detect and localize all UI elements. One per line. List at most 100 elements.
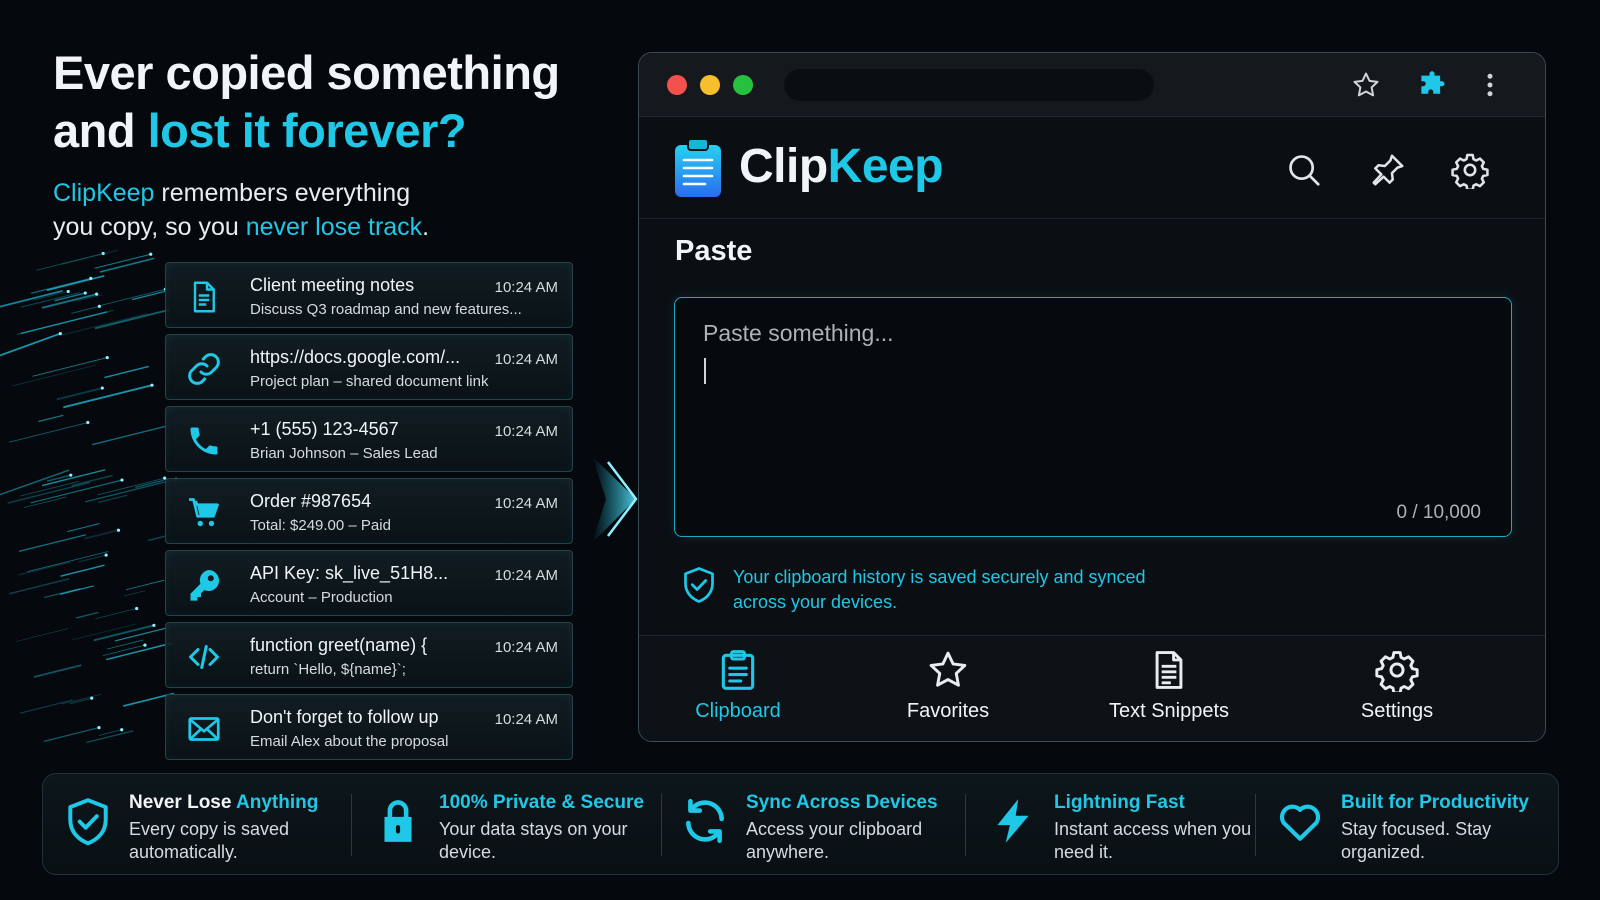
light-streak — [123, 590, 145, 597]
app-name-part2: Keep — [827, 140, 944, 193]
light-streak — [95, 608, 137, 620]
phone-icon — [186, 423, 222, 459]
light-streak — [20, 699, 73, 714]
light-streak — [27, 551, 109, 573]
address-bar[interactable] — [784, 69, 1154, 101]
clip-time: 10:24 AM — [494, 495, 558, 512]
hero-sub-part2: you copy, so you — [53, 213, 246, 241]
feature-title-accent: Built for Productivity — [1341, 792, 1529, 813]
feature-title: 100% Private & Secure — [439, 792, 644, 814]
light-streak — [17, 561, 71, 576]
nav-tab-favorites[interactable]: Favorites — [858, 648, 1038, 723]
nav-tab-settings[interactable]: Settings — [1307, 648, 1487, 723]
clip-title: Order #987654 — [250, 491, 372, 511]
clip-item[interactable]: function greet(name) { return `Hello, ${… — [165, 622, 573, 688]
clip-subtitle: Discuss Q3 roadmap and new features... — [250, 301, 522, 318]
lock-icon — [373, 796, 423, 846]
clip-time: 10:24 AM — [494, 423, 558, 440]
clip-time: 10:24 AM — [494, 639, 558, 656]
light-particle — [100, 386, 104, 390]
document-icon — [1147, 648, 1191, 692]
light-streak — [97, 477, 165, 496]
clipboard-icon — [716, 648, 760, 692]
clip-item[interactable]: Order #987654 Total: $249.00 – Paid 10:2… — [165, 478, 573, 544]
bookmark-star-icon[interactable] — [1351, 70, 1381, 100]
search-icon[interactable] — [1285, 151, 1323, 189]
window-close-button[interactable] — [667, 75, 687, 95]
clip-subtitle: Project plan – shared document link — [250, 373, 489, 390]
paste-input[interactable] — [675, 298, 1511, 536]
light-streak — [106, 639, 144, 650]
feature-title-accent: Anything — [236, 792, 319, 813]
light-streak — [56, 387, 103, 401]
light-streak — [97, 494, 128, 504]
browser-toolbar — [639, 53, 1545, 117]
light-particle — [152, 623, 156, 627]
light-particle — [89, 276, 93, 280]
light-streak — [7, 481, 91, 504]
light-particle — [120, 478, 124, 482]
link-icon — [186, 351, 222, 387]
light-streak — [61, 250, 119, 265]
clip-title: Client meeting notes — [250, 275, 415, 295]
light-particle — [143, 643, 147, 647]
nav-tab-clipboard[interactable]: Clipboard — [648, 648, 828, 723]
feature-title-accent: 100% Private & Secure — [439, 792, 644, 813]
light-streak — [75, 611, 99, 619]
nav-tab-text-snippets[interactable]: Text Snippets — [1079, 648, 1259, 723]
clip-item[interactable]: API Key: sk_live_51H8... Account – Produ… — [165, 550, 573, 616]
light-streak — [69, 697, 92, 705]
clip-item[interactable]: +1 (555) 123-4567 Brian Johnson – Sales … — [165, 406, 573, 472]
light-streak — [59, 312, 148, 337]
light-particle — [86, 420, 90, 425]
clip-time: 10:24 AM — [494, 711, 558, 728]
code-icon — [186, 639, 222, 675]
light-streak — [41, 469, 106, 487]
star-icon — [926, 648, 970, 692]
clip-title: https://docs.google.com/... — [250, 347, 461, 367]
light-streak — [38, 414, 64, 423]
feature-title: Never Lose Anything — [129, 792, 318, 814]
light-streak — [18, 534, 87, 553]
feature-divider — [965, 794, 966, 856]
mail-icon — [186, 711, 222, 747]
light-streak — [104, 365, 149, 379]
clip-subtitle: Brian Johnson – Sales Lead — [250, 445, 438, 462]
clip-item[interactable]: Client meeting notes Discuss Q3 roadmap … — [165, 262, 573, 328]
shield-check-icon — [681, 565, 717, 605]
hero-headline: Ever copied something and lost it foreve… — [53, 44, 613, 244]
light-streak — [85, 478, 177, 503]
text-caret — [704, 358, 706, 384]
light-streak — [102, 644, 146, 656]
extension-puzzle-icon[interactable] — [1417, 70, 1447, 100]
light-streak — [44, 587, 81, 598]
light-particle — [97, 304, 101, 308]
pin-icon[interactable] — [1369, 151, 1407, 189]
more-menu-icon[interactable] — [1475, 70, 1505, 100]
paste-area: 0 / 10,000 — [674, 297, 1512, 537]
light-particle — [83, 291, 87, 295]
light-streak — [23, 496, 67, 508]
clip-item[interactable]: Don't forget to follow up Email Alex abo… — [165, 694, 573, 760]
clipboard-logo-icon — [675, 138, 721, 197]
hero-title: Ever copied something and lost it foreve… — [53, 44, 613, 160]
light-streak — [0, 332, 61, 357]
feature-title: Sync Across Devices — [746, 792, 938, 814]
feature-description: Your data stays on your device. — [439, 819, 628, 862]
light-streak — [12, 364, 96, 387]
window-maximize-button[interactable] — [733, 75, 753, 95]
window-minimize-button[interactable] — [700, 75, 720, 95]
clip-item[interactable]: https://docs.google.com/... Project plan… — [165, 334, 573, 400]
clip-title: API Key: sk_live_51H8... — [250, 563, 449, 583]
nav-label: Clipboard — [695, 700, 781, 722]
chevron-right-arrow-icon — [592, 456, 638, 543]
light-streak — [32, 357, 108, 377]
clip-time: 10:24 AM — [494, 351, 558, 368]
cart-icon — [186, 495, 222, 531]
gear-icon[interactable] — [1451, 151, 1489, 192]
light-streaks-decoration — [0, 250, 178, 744]
clip-time: 10:24 AM — [494, 279, 558, 296]
light-streak — [84, 529, 119, 540]
light-particle — [58, 331, 62, 336]
feature-description: Stay focused. Stay organized. — [1341, 819, 1492, 862]
